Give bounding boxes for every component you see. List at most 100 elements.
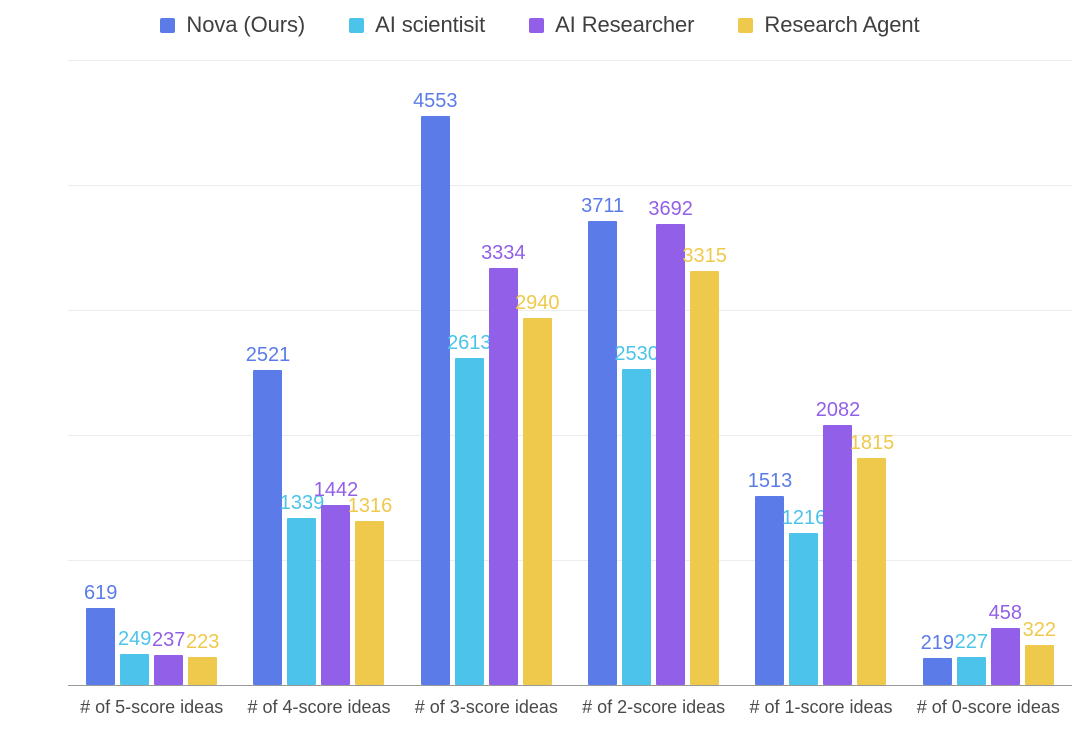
bar[interactable]	[588, 221, 618, 685]
bar-value-label: 2613	[447, 332, 492, 355]
bar-column: 2530	[614, 60, 659, 685]
bar-column: 458	[988, 60, 1022, 685]
bar-value-label: 2530	[614, 342, 659, 365]
x-axis-tick-labels: # of 5-score ideas # of 4-score ideas # of…	[68, 697, 1072, 731]
bar-column: 1316	[348, 60, 392, 685]
bar-column: 2521	[246, 60, 290, 685]
legend-swatch-icon	[160, 17, 176, 33]
x-axis-tick-label: # of 0-score ideas	[916, 697, 1060, 717]
bar[interactable]	[86, 607, 116, 685]
bar-column: 1339	[280, 60, 324, 685]
bar-column: 3711	[581, 60, 624, 685]
bar-column: 1513	[748, 60, 792, 685]
legend-item[interactable]: AI scientisit	[349, 14, 485, 36]
bar[interactable]	[823, 424, 853, 685]
legend-item-label: Nova (Ours)	[186, 12, 306, 37]
bar-column: 3334	[481, 60, 526, 685]
bar-group-bars: 619 249 237 223	[68, 60, 235, 685]
bar-value-label: 1815	[849, 432, 895, 455]
bar[interactable]	[656, 223, 686, 685]
bar[interactable]	[857, 458, 887, 685]
bar[interactable]	[690, 270, 720, 685]
bar-value-label: 2082	[815, 398, 861, 421]
bar[interactable]	[990, 627, 1020, 685]
bar[interactable]	[188, 657, 218, 685]
bar-group-bars: 2521 1339 1442 1316	[235, 60, 402, 685]
bar-column: 3315	[682, 60, 727, 685]
bar-value-label: 1513	[747, 469, 793, 492]
legend-item[interactable]: AI Researcher	[529, 12, 695, 37]
bar[interactable]	[522, 317, 552, 685]
bar-column: 1442	[314, 60, 358, 685]
bar-group-bars: 1513 1216 2082 1815	[737, 60, 904, 685]
bar-group: 4553 2613 3334 2940	[403, 60, 570, 685]
bar[interactable]	[922, 657, 952, 685]
bar[interactable]	[154, 655, 184, 685]
bar-value-label: 1316	[347, 494, 393, 517]
x-axis-tick-label: # of 5-score ideas	[80, 697, 224, 717]
bar-column: 237	[151, 60, 186, 685]
bar-value-label: 219	[920, 631, 954, 654]
legend-swatch-icon	[349, 17, 365, 33]
bar-value-label: 4553	[413, 89, 458, 112]
bar-value-label: 237	[151, 629, 186, 652]
legend-swatch-icon	[738, 17, 754, 33]
bar-column: 4553	[413, 60, 458, 685]
bar-value-label: 322	[1022, 618, 1056, 641]
legend-item[interactable]: Research Agent	[738, 14, 920, 36]
bar-value-label: 2940	[515, 291, 560, 314]
bar-group: 2521 1339 1442 1316	[235, 60, 402, 685]
x-axis-tick-label: # of 3-score ideas	[414, 697, 558, 717]
bar[interactable]	[321, 504, 351, 685]
legend-item-label: AI scientisit	[375, 12, 486, 37]
plot-area: 010002000300040005000 619249237223252113…	[68, 60, 1072, 686]
bar-column: 2613	[447, 60, 492, 685]
bar[interactable]	[1024, 644, 1054, 685]
bar-value-label: 223	[185, 631, 220, 654]
bar-group-bars: 219 227 458 322	[905, 60, 1072, 685]
bar-column: 2940	[515, 60, 560, 685]
bar[interactable]	[789, 533, 819, 685]
bar-groups: 619 249 237 223 2521 1339 1442 1316 4553 2613 3334…	[68, 60, 1072, 685]
bar-column: 3692	[648, 60, 693, 685]
bar-value-label: 2521	[245, 343, 291, 366]
bar-column: 249	[118, 60, 151, 685]
bar-value-label: 3692	[648, 197, 693, 220]
bar[interactable]	[287, 517, 317, 685]
bar[interactable]	[253, 369, 283, 685]
bar-column: 1815	[850, 60, 894, 685]
bar-value-label: 3711	[581, 195, 625, 218]
legend-swatch-icon	[529, 17, 545, 33]
bar-value-label: 458	[988, 601, 1022, 624]
legend-item[interactable]: Nova (Ours)	[160, 14, 305, 36]
bar[interactable]	[355, 520, 385, 685]
bar[interactable]	[488, 268, 518, 685]
bar-value-label: 227	[954, 630, 988, 653]
bar-column: 1216	[782, 60, 826, 685]
bar[interactable]	[755, 495, 785, 685]
bar-value-label: 3315	[682, 244, 727, 267]
bar-value-label: 3334	[481, 242, 526, 265]
chart-legend: Nova (Ours) AI scientisit AI Researcher Res…	[0, 8, 1080, 42]
bar-column: 322	[1022, 60, 1056, 685]
x-axis-tick-label: # of 2-score ideas	[582, 697, 726, 717]
bar[interactable]	[622, 368, 652, 685]
bar-group: 219 227 458 322	[905, 60, 1072, 685]
x-axis-tick-label: # of 1-score ideas	[749, 697, 893, 717]
bar-column: 2082	[816, 60, 860, 685]
bar[interactable]	[956, 656, 986, 685]
bar-value-label: 1216	[781, 507, 827, 529]
x-axis-baseline	[68, 685, 1072, 686]
bar[interactable]	[454, 358, 484, 685]
bar-group: 1513 1216 2082 1815	[737, 60, 904, 685]
bar[interactable]	[120, 653, 150, 685]
bar-group: 3711 2530 3692 3315	[570, 60, 737, 685]
bar[interactable]	[420, 115, 450, 685]
bar-column: 219	[920, 60, 954, 685]
bar-chart: Nova (Ours) AI scientisit AI Researcher Res…	[0, 0, 1080, 734]
bar-value-label: 619	[83, 581, 118, 604]
bar-column: 619	[83, 60, 118, 685]
bar-group: 619 249 237 223	[68, 60, 235, 685]
legend-item-label: AI Researcher	[555, 12, 695, 37]
bar-group-bars: 3711 2530 3692 3315	[570, 60, 737, 685]
